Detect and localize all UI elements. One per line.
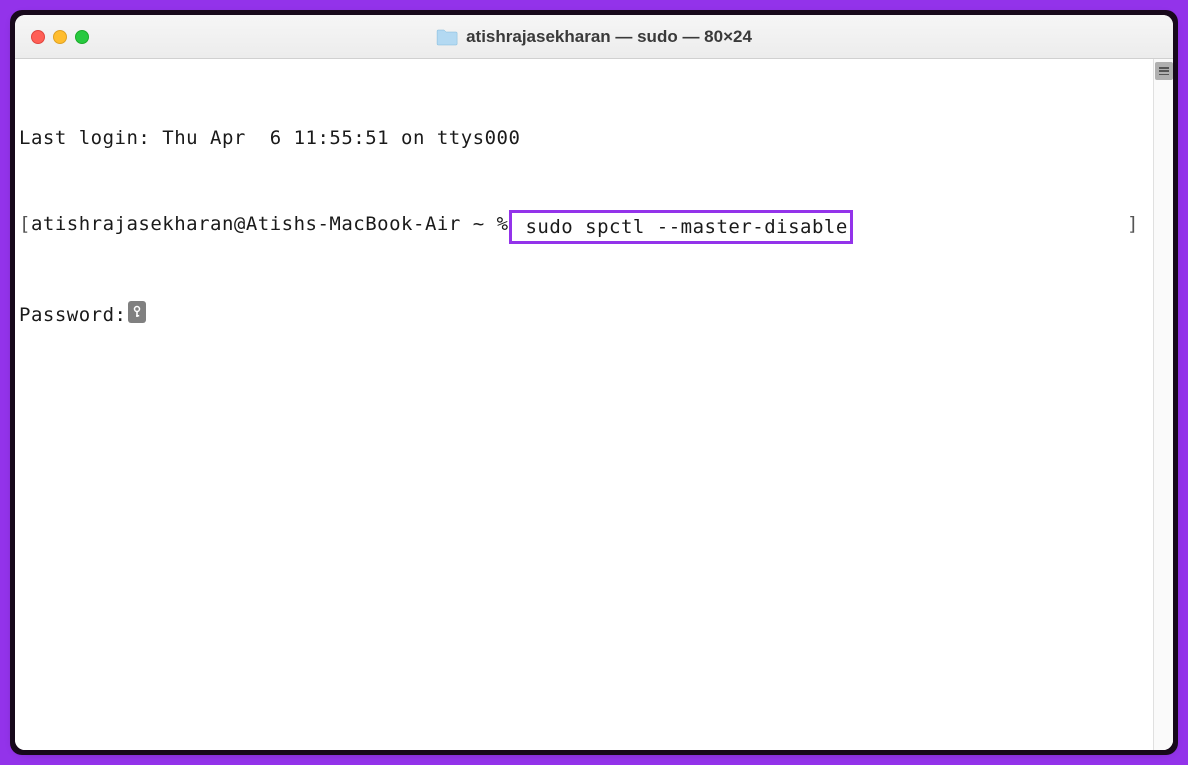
terminal-content[interactable]: Last login: Thu Apr 6 11:55:51 on ttys00… <box>15 59 1153 750</box>
bracket-open: [ <box>19 210 31 245</box>
prompt-line: [atishrajasekharan@Atishs-MacBook-Air ~ … <box>19 210 1149 245</box>
highlighted-command: sudo spctl --master-disable <box>509 210 853 245</box>
key-icon <box>128 301 146 323</box>
close-button[interactable] <box>31 30 45 44</box>
scroll-indicator-icon <box>1155 62 1173 80</box>
outer-frame: atishrajasekharan — sudo — 80×24 Last lo… <box>10 10 1178 755</box>
password-label: Password: <box>19 301 126 330</box>
password-line: Password: <box>19 301 1149 330</box>
prompt-text: atishrajasekharan@Atishs-MacBook-Air ~ % <box>31 210 509 245</box>
window-title-text: atishrajasekharan — sudo — 80×24 <box>466 27 752 47</box>
maximize-button[interactable] <box>75 30 89 44</box>
bracket-close: ] <box>1127 210 1149 245</box>
title-bar[interactable]: atishrajasekharan — sudo — 80×24 <box>15 15 1173 59</box>
terminal-body: Last login: Thu Apr 6 11:55:51 on ttys00… <box>15 59 1173 750</box>
traffic-lights <box>31 30 89 44</box>
window-title: atishrajasekharan — sudo — 80×24 <box>436 27 752 47</box>
folder-icon <box>436 28 458 46</box>
last-login-line: Last login: Thu Apr 6 11:55:51 on ttys00… <box>19 124 1149 153</box>
scrollbar[interactable] <box>1153 59 1173 750</box>
last-login-text: Last login: Thu Apr 6 11:55:51 on ttys00… <box>19 124 520 153</box>
minimize-button[interactable] <box>53 30 67 44</box>
terminal-window: atishrajasekharan — sudo — 80×24 Last lo… <box>15 15 1173 750</box>
